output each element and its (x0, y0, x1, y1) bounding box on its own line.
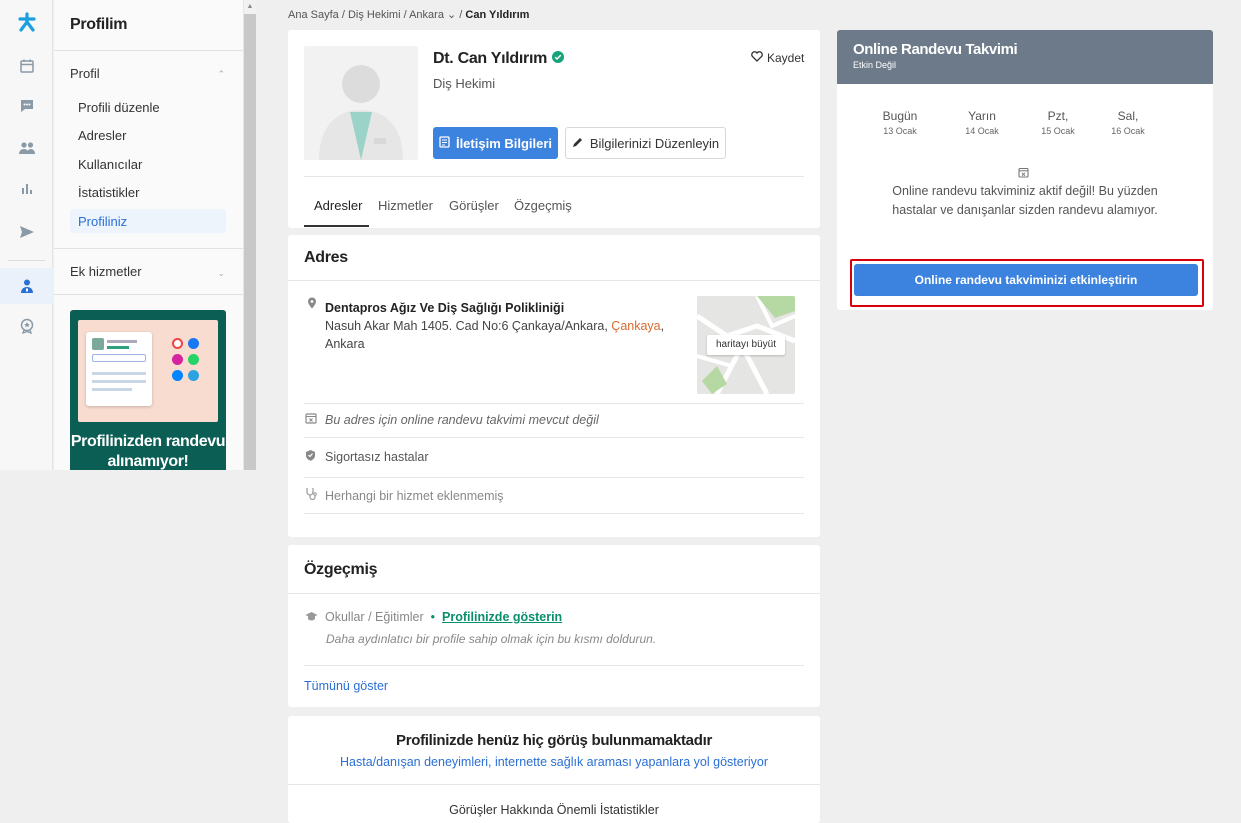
calendar-header: Online Randevu Takvimi Etkin Değil (837, 30, 1213, 84)
show-all-link[interactable]: Tümünü göster (304, 679, 388, 693)
chevron-down-icon[interactable]: ⌄ (217, 268, 225, 279)
calendar-x-icon (1018, 166, 1029, 181)
tab-resume[interactable]: Özgeçmiş (514, 198, 572, 213)
verified-check-icon (552, 50, 565, 68)
schools-label: Okullar / Eğitimler (325, 610, 424, 624)
sidebar-title: Profilim (70, 16, 128, 33)
calendar-title: Online Randevu Takvimi (853, 41, 1018, 58)
doctor-specialty: Diş Hekimi (433, 76, 496, 91)
no-calendar-note: Bu adres için online randevu takvimi mev… (325, 413, 599, 427)
sidebar-item-edit-profile[interactable]: Profili düzenle (78, 100, 160, 115)
show-on-profile-link[interactable]: Profilinizde gösterin (442, 610, 562, 624)
breadcrumb-current: Can Yıldırım (465, 9, 530, 21)
sidebar-scrollbar[interactable]: ▲ (244, 0, 256, 470)
calendar-body: Bugün 13 Ocak Yarın 14 Ocak Pzt, 15 Ocak… (837, 84, 1213, 310)
calendar-day: Pzt, 15 Ocak (1041, 109, 1075, 136)
profile-header-card: Dt. Can Yıldırım Diş Hekimi Kaydet İleti… (288, 30, 820, 228)
contact-card-icon (439, 135, 450, 151)
profile-sidebar: Profilim Profil ⌃ Profili düzenle Adresl… (54, 0, 244, 470)
reviews-subtext[interactable]: Hasta/danışan deneyimleri, internette sa… (288, 755, 820, 769)
no-service-info: Herhangi bir hizmet eklenmemiş (325, 489, 504, 503)
location-pin-icon (307, 297, 317, 312)
tab-reviews[interactable]: Görüşler (449, 198, 499, 213)
reviews-heading: Profilinizde henüz hiç görüş bulunmamakt… (395, 732, 712, 749)
breadcrumb-category[interactable]: Diş Hekimi (348, 9, 401, 21)
breadcrumb-city[interactable]: Ankara (409, 9, 444, 21)
contact-info-button[interactable]: İletişim Bilgileri (433, 127, 558, 159)
sidebar-item-users[interactable]: Kullanıcılar (78, 157, 142, 172)
insurance-info: Sigortasız hastalar (325, 450, 429, 464)
calendar-inactive-message: Online randevu takviminiz aktif değil! B… (892, 184, 1158, 217)
pencil-icon (572, 136, 584, 151)
stethoscope-icon (305, 487, 317, 503)
promo-text: Profilinizden randevu alınamıyor! (70, 433, 226, 470)
calendar-day: Bugün 13 Ocak (882, 109, 918, 136)
street-address: Nasuh Akar Mah 1405. Cad No:6 Çankaya/An… (325, 319, 608, 333)
edit-info-button[interactable]: Bilgilerinizi Düzenleyin (565, 127, 726, 159)
sidebar-section-extra[interactable]: Ek hizmetler (70, 264, 142, 279)
sidebar-item-statistics[interactable]: İstatistikler (78, 185, 139, 200)
promo-banner[interactable]: Profilinizden randevu alınamıyor! (70, 310, 226, 470)
scroll-up-arrow-icon[interactable]: ▲ (244, 0, 256, 14)
calendar-icon[interactable] (0, 48, 53, 84)
logo-icon[interactable] (0, 4, 53, 40)
resume-card: Özgeçmiş Okullar / Eğitimler • Profilini… (288, 545, 820, 707)
map-thumbnail[interactable]: haritayı büyüt (697, 296, 795, 394)
send-icon[interactable] (0, 214, 53, 250)
clinic-name[interactable]: Dentapros Ağız Ve Diş Sağlığı Polikliniğ… (325, 299, 665, 317)
breadcrumb: Ana Sayfa / Diş Hekimi / Ankara ⌄ / Can … (288, 9, 530, 21)
chevron-down-icon[interactable]: ⌄ (444, 9, 459, 21)
district-link[interactable]: Çankaya (611, 319, 660, 333)
calendar-x-icon (305, 412, 317, 427)
icon-rail (0, 0, 53, 470)
enlarge-map-button[interactable]: haritayı büyüt (707, 335, 785, 355)
avatar (304, 46, 418, 160)
address-card: Adres Dentapros Ağız Ve Diş Sağlığı Poli… (288, 235, 820, 537)
active-tab-indicator (304, 225, 369, 227)
heart-icon (751, 51, 763, 65)
sidebar-section-profile[interactable]: Profil (70, 66, 100, 81)
activate-calendar-button[interactable]: Online randevu takviminizi etkinleştirin (854, 264, 1198, 296)
tab-addresses[interactable]: Adresler (314, 198, 362, 213)
chevron-up-icon[interactable]: ⌃ (217, 69, 225, 80)
sidebar-item-addresses[interactable]: Adresler (78, 128, 126, 143)
reviews-card: Profilinizde henüz hiç görüş bulunmamakt… (288, 716, 820, 823)
badge-icon[interactable] (0, 308, 53, 344)
resume-hint: Daha aydınlatıcı bir profile sahip olmak… (326, 632, 657, 646)
graduation-cap-icon (305, 611, 318, 625)
address-heading: Adres (304, 249, 348, 266)
resume-heading: Özgeçmiş (304, 561, 378, 578)
promo-mini-card (86, 332, 152, 406)
chat-icon[interactable] (0, 88, 53, 124)
save-button[interactable]: Kaydet (751, 51, 804, 65)
shield-icon (305, 449, 316, 464)
breadcrumb-home[interactable]: Ana Sayfa (288, 9, 339, 21)
users-icon[interactable] (0, 130, 53, 166)
stats-icon[interactable] (0, 170, 53, 206)
doctor-icon[interactable] (0, 268, 53, 304)
tab-services[interactable]: Hizmetler (378, 198, 433, 213)
sidebar-item-your-profile[interactable]: Profiliniz (70, 209, 226, 233)
calendar-day: Sal, 16 Ocak (1111, 109, 1145, 136)
city-name: Ankara (325, 337, 365, 351)
calendar-status: Etkin Değil (853, 60, 897, 70)
reviews-stats-title: Görüşler Hakkında Önemli İstatistikler (449, 803, 659, 817)
calendar-day: Yarın 14 Ocak (965, 109, 999, 136)
doctor-name: Dt. Can Yıldırım (433, 50, 548, 67)
